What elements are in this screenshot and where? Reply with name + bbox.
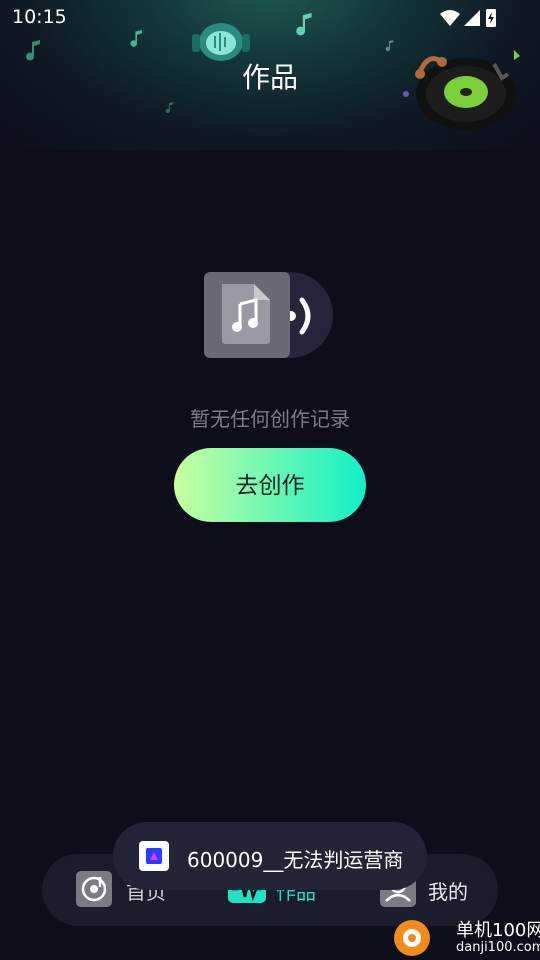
signal-icon [464, 10, 480, 26]
status-time: 10:15 [12, 6, 67, 28]
music-disc-icon [76, 871, 112, 907]
watermark-subtitle: danji100.com [456, 940, 540, 955]
audio-file-icon [204, 272, 333, 358]
status-bar: 10:15 [0, 0, 540, 36]
status-icons [440, 9, 496, 27]
toast-message: 600009__无法判运营商 [187, 848, 404, 872]
empty-state [0, 270, 540, 370]
music-note-icon [385, 40, 394, 52]
app-icon [139, 841, 169, 871]
watermark: 单机100网 danji100.com [390, 916, 540, 960]
empty-message: 暂无任何创作记录 [190, 407, 350, 431]
watermark-logo-icon [394, 920, 430, 956]
tab-profile-label: 我的 [428, 880, 468, 904]
page-title: 作品 [241, 61, 298, 94]
wifi-icon [440, 10, 460, 26]
watermark-title: 单机100网 [456, 920, 540, 941]
create-button[interactable]: 去创作 [174, 448, 366, 522]
music-note-icon [165, 102, 174, 114]
toast: 600009__无法判运营商 [113, 822, 427, 890]
